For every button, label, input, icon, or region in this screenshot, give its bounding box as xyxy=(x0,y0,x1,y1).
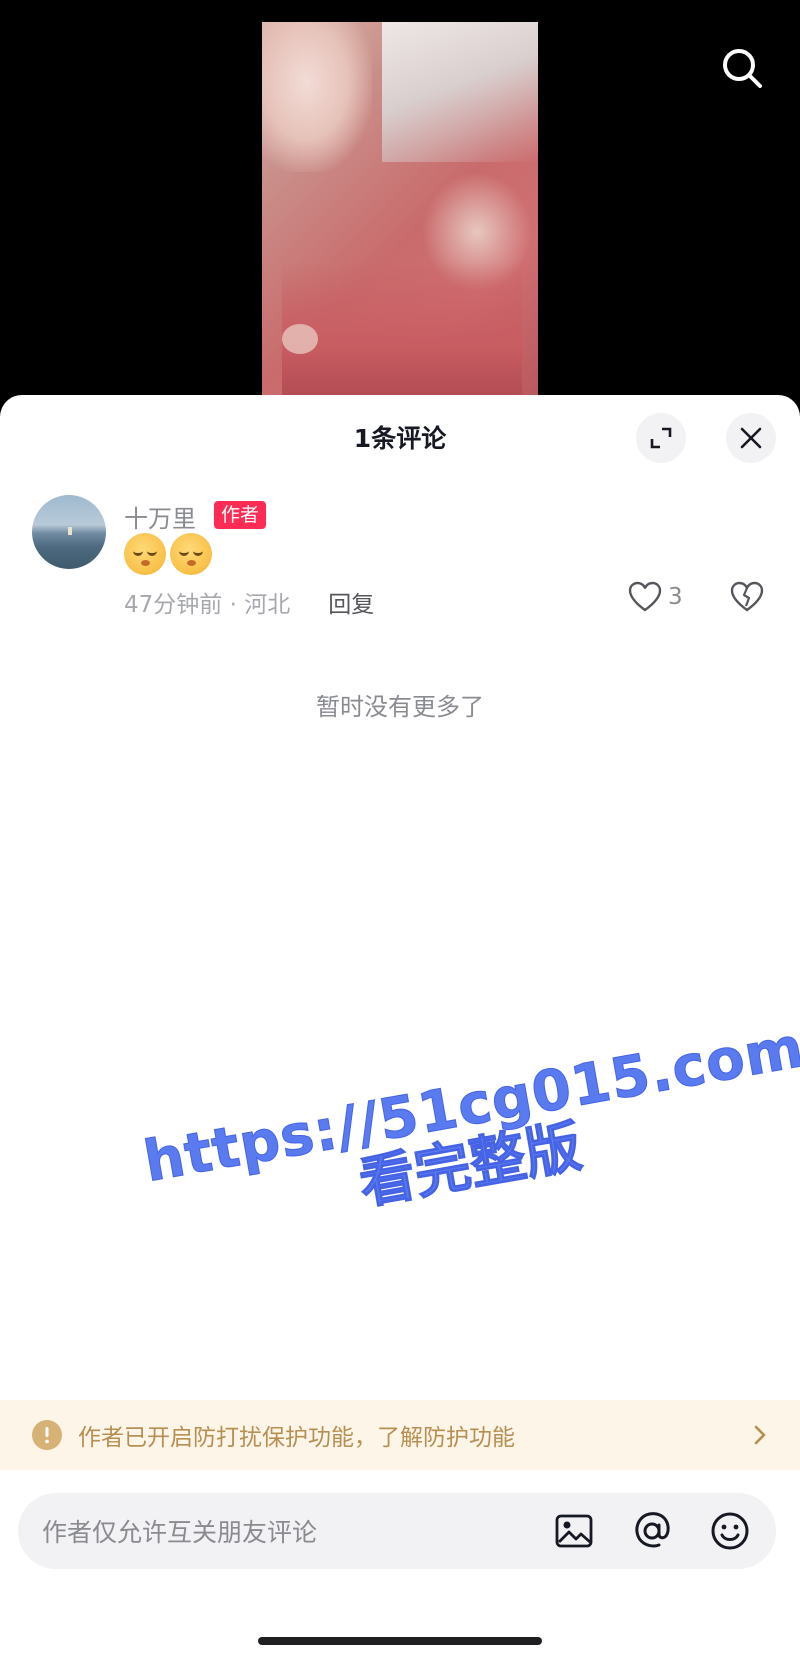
comment-input[interactable]: 作者仅允许互关朋友评论 xyxy=(42,1513,518,1549)
like-count: 3 xyxy=(668,584,683,610)
home-indicator[interactable] xyxy=(258,1637,542,1645)
comment-username[interactable]: 十万里 xyxy=(124,499,196,534)
at-icon xyxy=(635,1512,670,1548)
broken-heart-icon xyxy=(730,581,764,612)
notice-text: 作者已开启防打扰保护功能，了解防护功能 xyxy=(78,1425,515,1451)
video-content xyxy=(262,22,372,172)
list-end-text: 暂时没有更多了 xyxy=(316,693,484,721)
heart-icon xyxy=(628,581,662,612)
image-button[interactable] xyxy=(552,1509,596,1553)
smirk-emoji-icon xyxy=(170,533,212,575)
comment-item[interactable]: 十万里 作者 47分钟前 · 河北 回复 3 xyxy=(0,475,800,625)
mention-button[interactable] xyxy=(630,1509,674,1553)
comment-content xyxy=(124,533,212,575)
comment-meta: 47分钟前 · 河北 回复 xyxy=(124,585,374,619)
video-player[interactable] xyxy=(0,0,800,400)
reply-button[interactable]: 回复 xyxy=(328,585,374,619)
image-icon xyxy=(555,1514,593,1548)
comment-timestamp-location: 47分钟前 · 河北 xyxy=(124,592,291,618)
like-button[interactable]: 3 xyxy=(628,581,683,613)
author-badge: 作者 xyxy=(214,501,267,529)
watermark: https://51cg015.com 看完整版 xyxy=(139,1014,800,1332)
video-content xyxy=(282,324,318,354)
emoji-button[interactable] xyxy=(708,1509,752,1553)
comment-input-bar[interactable]: 作者仅允许互关朋友评论 xyxy=(18,1493,776,1569)
video-frame[interactable] xyxy=(262,22,538,400)
close-button[interactable] xyxy=(726,413,776,463)
warning-icon xyxy=(32,1420,62,1450)
sheet-header: 1条评论 xyxy=(0,395,800,475)
chevron-right-icon xyxy=(754,1425,766,1445)
search-icon xyxy=(723,49,762,88)
expand-button[interactable] xyxy=(636,413,686,463)
protection-notice[interactable]: 作者已开启防打扰保护功能，了解防护功能 xyxy=(0,1400,800,1470)
smirk-emoji-icon xyxy=(124,533,166,575)
expand-icon xyxy=(650,427,672,449)
close-icon xyxy=(740,427,762,449)
dislike-button[interactable] xyxy=(730,581,764,617)
avatar[interactable] xyxy=(32,495,106,569)
video-content xyxy=(282,262,522,400)
emoji-icon xyxy=(711,1512,749,1550)
search-button[interactable] xyxy=(714,40,770,96)
comments-sheet: 1条评论 十万里 作者 47分钟前 · 河北 回复 3 暂时没有更多了 http… xyxy=(0,395,800,1660)
video-content xyxy=(382,22,538,162)
